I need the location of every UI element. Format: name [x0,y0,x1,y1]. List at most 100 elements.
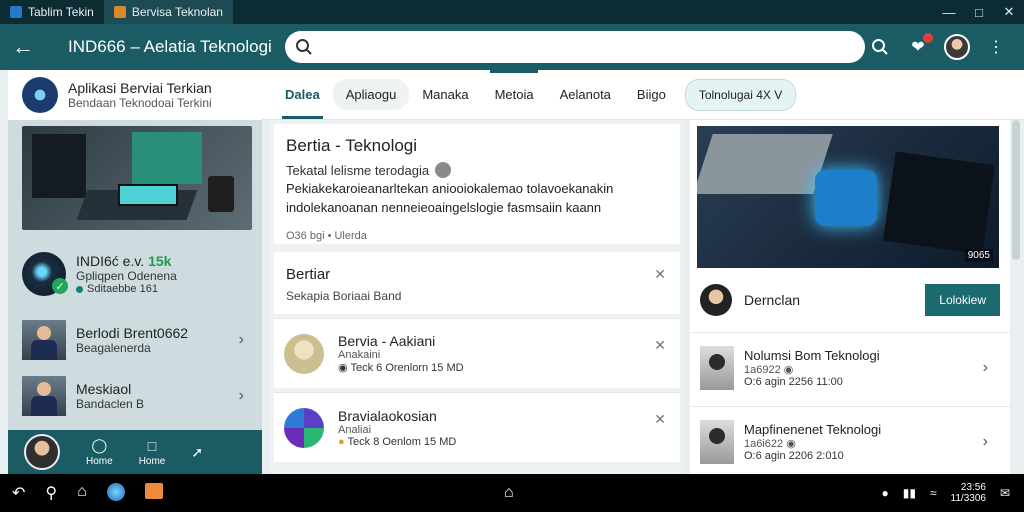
app-bar: ← IND666 – Aelatia Teknologin ❤ ⋮ [0,24,1024,70]
home-center-icon[interactable]: ⌂ [504,484,514,502]
category-tabs: Dalea Apliaogu Manaka Metoia Aelanota Bi… [262,70,1024,120]
tab-dalea[interactable]: Dalea [272,79,333,119]
window-tab-1[interactable]: Tablim Tekin [0,0,104,24]
feature-card[interactable]: Bertia - Teknologi Tekatal lelisme terod… [274,124,680,244]
square-icon: □ [147,437,157,454]
list-item-meta: ◉ Teck 6 Orenlorn 15 MD [338,362,464,374]
news-thumbnail [700,419,734,464]
app-header-title: Aplikasi Berviai Terkian [68,80,212,96]
nav-item-title: Meskiaol [76,381,132,397]
tab-metoia[interactable]: Metoia [482,79,547,110]
taskbar-tray: ● ▮▮ ≈ 23:56 11/3306 ✉ [881,482,1010,504]
verified-check-icon: ✓ [52,278,68,294]
taskbar-left: ↶ ⚲ ⌂ [12,483,163,503]
close-icon[interactable]: ✕ [654,337,666,354]
back-arrow-icon[interactable]: ← [12,34,48,60]
notice-card[interactable]: Bertiar Sekapia Boriaai Band ✕ [274,252,680,314]
close-icon[interactable]: ✕ [994,0,1024,24]
verified-icon [435,162,452,178]
tab-aelanota[interactable]: Aelanota [547,79,624,110]
left-nav-item[interactable]: Berlodi Brent0662 Beagalenerda › [22,316,252,364]
news-thumbnail [700,345,734,390]
search-bar[interactable] [285,31,865,63]
news-meta: O:6 agin 2256 11:00 [744,375,843,388]
home-button[interactable]: ◯ Home [86,437,113,467]
channel-meta: Sditaebbe 161 [76,283,177,295]
user-avatar[interactable] [944,34,970,60]
tablet-shape [883,151,995,255]
chat-bubble-icon: ◯ [91,437,108,453]
monitor-shape [32,134,86,198]
status-dot-icon [76,285,83,293]
window-controls: — □ ✕ [934,0,1024,24]
app-logo [22,77,58,113]
laptop-shape [697,134,833,194]
feature-subtitle: Tekatal lelisme terodagia [286,162,668,178]
home-icon[interactable]: ⌂ [77,483,87,503]
gamepad-icon[interactable]: ● [881,486,888,500]
chevron-right-icon: › [982,358,988,376]
search-icon [296,39,312,55]
window-tab-2[interactable]: Bervisa Teknolan [103,0,233,24]
system-taskbar: ↶ ⚲ ⌂ ⌂ ● ▮▮ ≈ 23:56 11/3306 ✉ [0,474,1024,512]
tab-apliaogu[interactable]: Apliaogu [332,79,410,110]
search-icon[interactable]: ⚲ [45,483,57,503]
author-avatar[interactable] [700,284,732,316]
app-icon [113,6,126,18]
store-icon[interactable] [144,483,163,499]
right-column: 9065 Dernclan Lolokiew Nolumsi Bom Tekno… [690,120,1010,474]
notice-subtitle: Sekapia Boriaai Band [286,289,402,303]
featured-image[interactable]: 9065 [697,126,999,268]
close-icon[interactable]: ✕ [654,411,666,428]
window-titlebar: Tablim Tekin Bervisa Teknolan — □ ✕ [0,0,1024,24]
window-tab-label: Bervisa Teknolan [131,5,223,19]
channel-profile[interactable]: ✓ INDI6ć e.v. 15k Gpliqpen Odenena Sdita… [22,242,252,306]
chat-icon[interactable]: ✉ [1000,486,1010,500]
feature-title: Bertia - Teknologi [286,136,418,155]
news-item[interactable]: Nolumsi Bom Teknologi 1a6922 ◉ O:6 agin … [690,332,1010,402]
news-item[interactable]: Mapfinenenet Teknologi 1a6i622 ◉ O:6 agi… [690,406,1010,476]
nav-item-subtitle: Beagalenerda [76,341,151,355]
tab-tolnolugai[interactable]: Tolnolugai 4X V [684,78,797,111]
browser-icon[interactable] [106,483,125,501]
notice-title: Bertiar [286,266,331,283]
left-nav-item[interactable]: Meskiaol Bandaclen B › [22,372,252,420]
search-input[interactable] [321,33,865,61]
left-bottom-bar: ◯ Home □ Home ➚ [8,430,262,474]
list-item[interactable]: Bravialaokosian Analiai ● Teck 8 Oenlom … [274,392,680,462]
window-tab-label: Tablim Tekin [28,5,94,19]
tab-biigo[interactable]: Biigo [624,79,679,110]
nav-item-title: Berlodi Brent0662 [76,325,189,341]
app-icon [10,6,22,18]
notification-icon[interactable]: ❤ [906,33,933,59]
phone-shape [815,170,877,226]
feed-column: Bertia - Teknologi Tekatal lelisme terod… [270,120,684,474]
back-nav-icon[interactable]: ↶ [12,483,25,503]
system-clock[interactable]: 23:56 11/3306 [951,482,986,504]
maximize-icon[interactable]: □ [964,0,994,24]
chevron-right-icon: › [982,432,988,450]
follow-button[interactable]: Lolokiew [925,284,1000,316]
notification-badge [923,33,933,43]
tablet-shape [118,184,178,206]
minimize-icon[interactable]: — [934,0,964,24]
list-item-subtitle: Analiai [338,423,372,436]
more-vert-icon[interactable]: ⋮ [984,35,1008,59]
home-button-2[interactable]: □ Home [139,438,166,467]
hero-image[interactable] [22,126,252,230]
app-header-card[interactable]: Aplikasi Berviai Terkian Bendaan Teknodo… [8,70,262,120]
nav-item-subtitle: Bandaclen B [76,397,145,411]
chevron-right-icon: › [238,331,244,348]
signal-icon[interactable]: ▮▮ [903,486,916,500]
list-item-subtitle: Anakaini [338,349,381,361]
user-avatar[interactable] [24,434,60,470]
scrollbar-thumb[interactable] [1012,120,1020,260]
tab-manaka[interactable]: Manaka [409,79,481,110]
person-thumbnail [22,376,66,416]
search-icon[interactable] [868,35,892,59]
wifi-icon[interactable]: ≈ [930,486,937,500]
close-icon[interactable]: ✕ [654,266,666,283]
list-item[interactable]: Bervia - Aakiani Anakaini ◉ Teck 6 Orenl… [274,318,680,388]
avatar [284,333,324,374]
share-icon[interactable]: ➚ [191,444,203,461]
